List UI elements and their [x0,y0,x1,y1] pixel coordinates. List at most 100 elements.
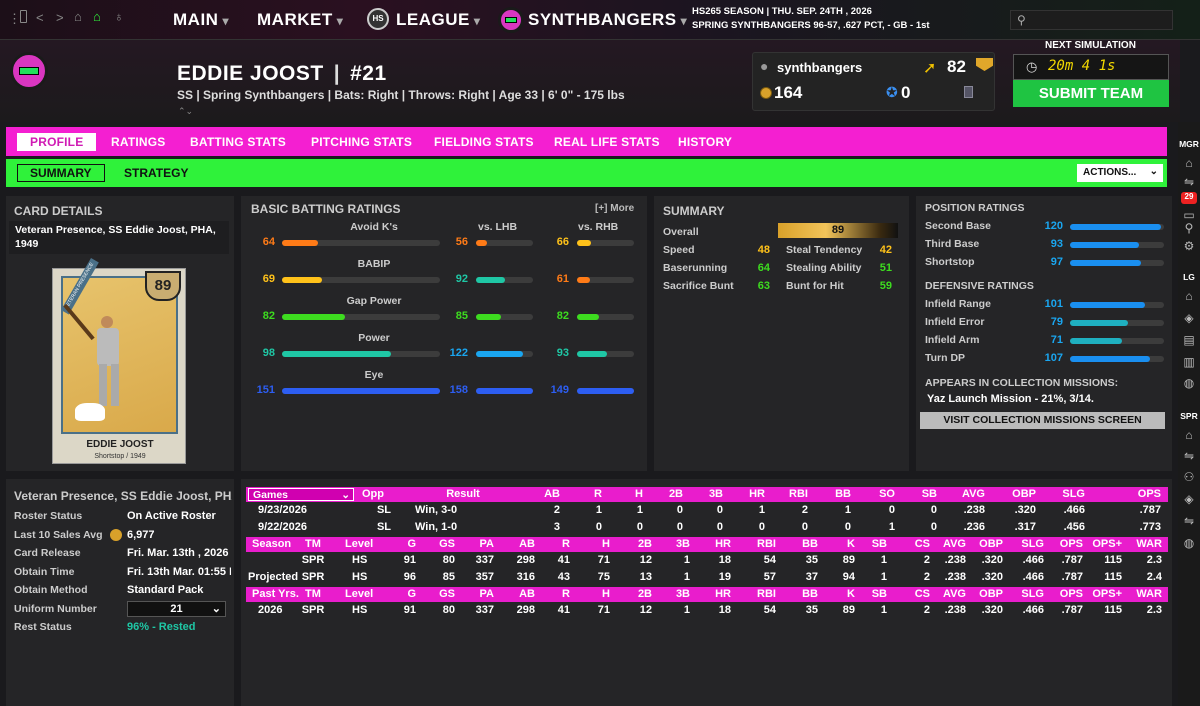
position-bar-track [1070,302,1164,308]
games-cell: 0 [758,521,765,533]
games-col-header: SB [921,488,937,500]
location-icon[interactable]: ◈ [1178,311,1200,325]
rating-value-rhb: 82 [556,310,569,322]
games-cell: 0 [801,521,808,533]
games-select-label: Games [253,489,289,501]
trade-icon[interactable]: ⇋ [1178,514,1200,528]
card-pack-icon[interactable] [964,86,973,98]
rating-value-lhb: 92 [455,273,468,285]
mission-entry[interactable]: Yaz Launch Mission - 21%, 3/14. [927,393,1094,405]
rating-bar-track [282,351,440,357]
bat [63,303,95,341]
games-cell: 0 [844,521,851,533]
back-icon[interactable]: < [36,10,44,25]
coin-balance: 164 [774,83,803,102]
position-value: 71 [1050,334,1063,346]
games-col-header: RBI [789,488,808,500]
list-icon[interactable]: ▭ [1178,208,1200,222]
games-col-header: OPS [1137,488,1161,500]
rating-bar-track [577,351,634,357]
tab-fielding-stats[interactable]: FIELDING STATS [434,135,534,149]
detail-value: Fri. 13th Mar. 01:55 I [127,565,231,578]
games-col-header: H [635,488,643,500]
star-icon: ✪ [886,84,898,100]
actions-dropdown[interactable]: ACTIONS... ⌄ [1077,164,1163,182]
search-icon[interactable]: ⚲ [1178,221,1200,235]
bulb-icon[interactable]: ♁ [114,9,124,24]
col-vs-rhb: vs. RHB [578,221,619,233]
gear-icon[interactable]: ⚙ [1178,239,1200,253]
trade-icon[interactable]: ⇋ [1178,449,1200,463]
visit-missions-button[interactable]: VISIT COLLECTION MISSIONS SCREEN [920,412,1165,429]
rating-bar-track [476,351,533,357]
home-icon[interactable]: ⌂ [1178,428,1200,442]
past-cell: 1 [683,604,690,616]
chevron-down-icon: ▾ [473,14,481,28]
past-col-header: SB [871,588,887,600]
location-icon[interactable]: ◈ [1178,492,1200,506]
position-bar-fill [1070,260,1142,266]
rank-badge-icon [976,58,993,71]
trade-icon[interactable]: ⇋ [1178,175,1200,189]
forward-icon[interactable]: > [56,10,64,25]
player-card-image[interactable]: VETERAN PRESENCE 89 EDDIE JOOST Shortsto… [52,258,186,464]
past-col-header: G [407,588,416,600]
games-col-header: Result [446,488,480,500]
baseball-icon[interactable]: ◍ [1178,536,1200,550]
rating-bar-fill [476,314,502,320]
tab-ratings[interactable]: RATINGS [111,135,166,149]
roster-icon[interactable]: ⚇ [1178,470,1200,484]
details-title: Veteran Presence, SS Eddie Joost, PHA, [14,489,232,503]
season-col-header: PA [479,538,494,550]
tab-profile[interactable]: PROFILE [17,133,97,151]
user-box: ● synthbangers ➚ 82 164 ✪ 0 [752,52,995,111]
games-col-header: BB [835,488,851,500]
nav-team[interactable]: SYNTHBANGERS ▾ [528,10,687,30]
nav-main[interactable]: MAIN ▾ [173,10,229,30]
games-select[interactable]: Games ⌄ [248,488,354,501]
past-col-header: PA [479,588,494,600]
rating-bar-track [282,240,440,246]
id-card-icon[interactable]: ▤ [1178,333,1200,347]
rating-bar-fill [577,277,590,283]
games-cell: 0 [716,521,723,533]
tab-history[interactable]: HISTORY [678,135,732,149]
games-cell: .317 [1014,521,1036,533]
tab-pitching-stats[interactable]: PITCHING STATS [311,135,412,149]
uniform-number-select[interactable]: 21 ⌄ [127,600,226,617]
more-link[interactable]: [+] More [595,203,634,214]
games-col-header: AB [544,488,560,500]
house-icon[interactable]: ⌂ [93,9,101,24]
expand-icon[interactable]: ⌃⌄ [178,106,193,117]
season-cell: 2.4 [1146,570,1162,583]
home-icon[interactable]: ⌂ [1178,156,1200,170]
rating-name: Power [358,332,390,344]
position-bar-track [1070,356,1164,362]
past-col-header: OPS [1059,588,1083,600]
past-cell: 115 [1104,604,1122,616]
season-col-header: RBI [757,538,776,550]
rating-bar-fill [577,388,634,394]
games-col-header: AVG [961,488,985,500]
username[interactable]: synthbangers [777,60,862,75]
nav-league[interactable]: LEAGUE ▾ [396,10,480,30]
past-col-header: SLG [1021,588,1044,600]
device-icon[interactable] [20,10,27,23]
notification-badge[interactable]: 29 [1181,192,1197,204]
search-input[interactable]: ⚲ [1010,10,1173,30]
past-col-header: GS [439,588,455,600]
bar-chart-icon[interactable]: ▥ [1178,355,1200,369]
tab-real-life-stats[interactable]: REAL LIFE STATS [554,135,660,149]
home-icon[interactable]: ⌂ [1178,289,1200,303]
rating-bar-fill [282,240,319,246]
home-icon[interactable]: ⌂ [74,9,82,24]
subtab-summary[interactable]: SUMMARY [17,164,105,182]
subtab-strategy[interactable]: STRATEGY [124,166,188,180]
season-cell: 75 [597,570,610,583]
summary-value: 59 [879,280,892,292]
submit-team-button[interactable]: SUBMIT TEAM [1013,80,1169,107]
tab-batting-stats[interactable]: BATTING STATS [190,135,286,149]
nav-market[interactable]: MARKET ▾ [257,10,343,30]
baseball-icon[interactable]: ◍ [1178,376,1200,390]
detail-value: 96% - Rested [127,621,196,633]
